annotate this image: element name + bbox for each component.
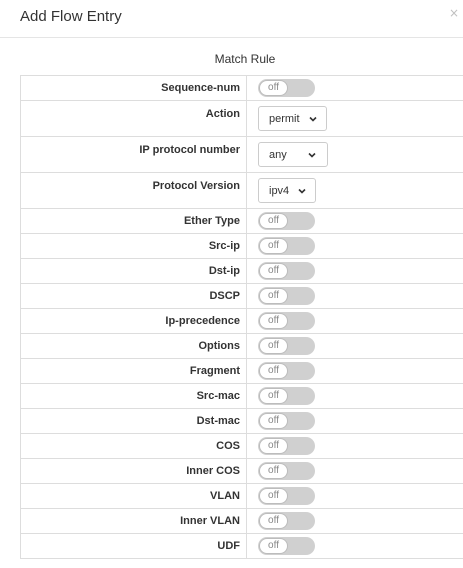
chevron-down-icon [298,188,306,194]
row-src-ip: Src-ip off [20,233,463,259]
src-ip-toggle[interactable]: off [258,237,315,255]
match-rule-table: Sequence-num off Action permit IP protoc… [20,75,463,559]
toggle-state-text: off [259,263,288,279]
action-label: Action [20,100,247,137]
toggle-state-text: off [259,538,288,554]
toggle-state-text: off [259,438,288,454]
dst-mac-toggle[interactable]: off [258,412,315,430]
toggle-state-text: off [259,388,288,404]
cos-toggle[interactable]: off [258,437,315,455]
toggle-state-text: off [259,413,288,429]
inner-cos-label: Inner COS [20,458,247,484]
row-options: Options off [20,333,463,359]
vlan-label: VLAN [20,483,247,509]
dscp-toggle[interactable]: off [258,287,315,305]
src-ip-label: Src-ip [20,233,247,259]
row-udf: UDF off [20,533,463,559]
toggle-state-text: off [259,288,288,304]
row-ether-type: Ether Type off [20,208,463,234]
row-action: Action permit [20,100,463,137]
fragment-toggle[interactable]: off [258,362,315,380]
ether-type-toggle[interactable]: off [258,212,315,230]
inner-cos-toggle[interactable]: off [258,462,315,480]
toggle-state-text: off [259,488,288,504]
row-dst-ip: Dst-ip off [20,258,463,284]
toggle-state-text: off [259,213,288,229]
ip-protocol-select-value: any [269,148,287,161]
toggle-state-text: off [259,238,288,254]
row-src-mac: Src-mac off [20,383,463,409]
row-fragment: Fragment off [20,358,463,384]
section-title: Match Rule [214,52,276,66]
protocol-version-label: Protocol Version [20,172,247,209]
ip-precedence-label: Ip-precedence [20,308,247,334]
chevron-down-icon [308,116,317,122]
row-protocol-version: Protocol Version ipv4 [20,172,463,209]
src-mac-label: Src-mac [20,383,247,409]
ether-type-label: Ether Type [20,208,247,234]
protocol-version-select[interactable]: ipv4 [258,178,316,203]
row-inner-cos: Inner COS off [20,458,463,484]
row-dst-mac: Dst-mac off [20,408,463,434]
dst-ip-toggle[interactable]: off [258,262,315,280]
toggle-state-text: off [259,363,288,379]
toggle-state-text: off [259,463,288,479]
dst-mac-label: Dst-mac [20,408,247,434]
dialog-title: Add Flow Entry [20,8,122,25]
protocol-version-select-value: ipv4 [269,184,290,197]
ip-protocol-number-label: IP protocol number [20,136,247,173]
inner-vlan-label: Inner VLAN [20,508,247,534]
action-select[interactable]: permit [258,106,327,131]
udf-label: UDF [20,533,247,559]
row-cos: COS off [20,433,463,459]
options-toggle[interactable]: off [258,337,315,355]
ip-protocol-select[interactable]: any [258,142,328,167]
fragment-label: Fragment [20,358,247,384]
vlan-toggle[interactable]: off [258,487,315,505]
row-dscp: DSCP off [20,283,463,309]
chevron-down-icon [308,152,316,158]
sequence-num-label: Sequence-num [20,75,247,101]
udf-toggle[interactable]: off [258,537,315,555]
toggle-state-text: off [259,80,288,96]
row-inner-vlan: Inner VLAN off [20,508,463,534]
dscp-label: DSCP [20,283,247,309]
toggle-state-text: off [259,313,288,329]
sequence-num-toggle[interactable]: off [258,79,315,97]
action-select-value: permit [269,112,300,125]
row-ip-precedence: Ip-precedence off [20,308,463,334]
inner-vlan-toggle[interactable]: off [258,512,315,530]
row-ip-protocol-number: IP protocol number any [20,136,463,173]
toggle-state-text: off [259,513,288,529]
dialog-header: Add Flow Entry × [0,0,463,38]
toggle-state-text: off [259,338,288,354]
ip-precedence-toggle[interactable]: off [258,312,315,330]
src-mac-toggle[interactable]: off [258,387,315,405]
close-icon[interactable]: × [449,6,459,20]
row-sequence-num: Sequence-num off [20,75,463,101]
dst-ip-label: Dst-ip [20,258,247,284]
options-label: Options [20,333,247,359]
row-vlan: VLAN off [20,483,463,509]
cos-label: COS [20,433,247,459]
